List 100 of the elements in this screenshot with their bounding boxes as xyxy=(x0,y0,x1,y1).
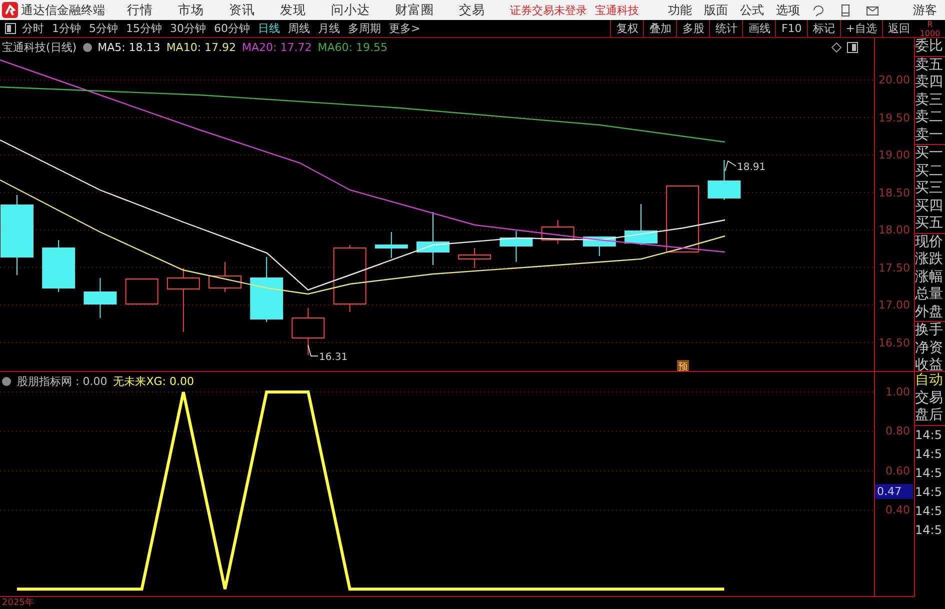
status-link[interactable]: 证券交易未登录 xyxy=(510,2,587,18)
panel-toggle-icon[interactable] xyxy=(847,42,858,53)
dropdown-icon[interactable] xyxy=(82,43,92,52)
mail-icon[interactable] xyxy=(866,4,879,16)
menu-item[interactable]: 公式 xyxy=(740,2,764,18)
candlestick xyxy=(84,278,117,318)
badge: R 1000 xyxy=(915,20,945,38)
chart-title: 宝通科技(日线) xyxy=(2,40,77,55)
quote-label: 卖三 xyxy=(915,92,944,109)
quote-label: 买四 xyxy=(915,198,944,215)
chat-icon[interactable] xyxy=(812,4,825,16)
high-price-label: 18.91 xyxy=(724,160,766,173)
candlestick xyxy=(166,268,200,332)
price-tick-label: 19.50 xyxy=(878,111,910,124)
quote-label: 买三 xyxy=(915,180,944,198)
tick-time: 14:5 xyxy=(915,464,943,482)
period-tab[interactable]: 15分钟 xyxy=(126,21,162,36)
candlestick xyxy=(500,230,533,262)
quote-label: 外盘 xyxy=(915,304,944,321)
price-tick-label: 18.00 xyxy=(878,224,910,236)
panel-toggle-icon[interactable] xyxy=(5,23,16,34)
menu-item[interactable]: 发现 xyxy=(280,2,306,18)
value-tick-label: 0.60 xyxy=(886,464,910,478)
quote-label: 净资 xyxy=(915,340,944,357)
quote-label: 买二 xyxy=(915,162,944,180)
toolbar-button[interactable]: 返回 xyxy=(882,20,915,37)
quote-label: 总量 xyxy=(915,286,944,304)
legend-item: MA60: 19.55 xyxy=(318,41,388,54)
price-tick-label: 19.00 xyxy=(878,148,910,162)
status-link[interactable]: 宝通科技 xyxy=(595,2,639,18)
price-tick-label: 17.00 xyxy=(878,298,910,312)
menu-item[interactable]: 行情 xyxy=(127,2,153,18)
toolbar-button[interactable]: +自选 xyxy=(840,20,882,37)
quote-label: 买一 xyxy=(915,145,944,162)
value-tick-label: 0.40 xyxy=(886,504,910,517)
quote-label: 买五 xyxy=(915,215,944,232)
quote-label: 换手 xyxy=(915,322,944,340)
menu-item[interactable]: 选项 xyxy=(776,2,800,18)
candlestick xyxy=(624,204,658,246)
low-price-label: 16.31 xyxy=(308,344,348,363)
price-tick-label: 17.50 xyxy=(878,261,910,274)
phone-icon[interactable] xyxy=(839,4,852,16)
period-tab[interactable]: 多周期 xyxy=(348,21,381,36)
quote-label: 现价 xyxy=(915,234,944,251)
user-label[interactable]: 游客 xyxy=(913,2,937,18)
menu-item[interactable]: 市场 xyxy=(178,2,204,18)
tick-time: 14:5 xyxy=(915,502,943,520)
legend-item: 股朋指标网 : 0.00 xyxy=(17,374,108,389)
quote-label: 卖五 xyxy=(915,56,944,74)
period-tab[interactable]: 周线 xyxy=(288,21,310,36)
period-tab[interactable]: 60分钟 xyxy=(214,21,250,36)
toolbar-button[interactable]: 画线 xyxy=(742,20,776,37)
mode-label[interactable]: 自动 xyxy=(915,372,945,390)
menu-item[interactable]: 版面 xyxy=(704,2,728,18)
period-tab[interactable]: 1分钟 xyxy=(52,21,81,36)
candlestick xyxy=(125,278,158,304)
value-tick-label: 1.00 xyxy=(886,386,910,398)
quote-label: 卖四 xyxy=(915,74,944,92)
tick-panel-label: 盘后 xyxy=(915,407,944,424)
dropdown-icon[interactable] xyxy=(2,377,11,386)
candlestick xyxy=(374,232,408,258)
period-tab[interactable]: 更多> xyxy=(389,21,420,36)
quote-label: 涨跌 xyxy=(915,251,944,268)
tick-panel-label: 交易 xyxy=(915,390,944,407)
menu-item[interactable]: 财富圈 xyxy=(395,2,434,18)
quote-label: 涨幅 xyxy=(915,268,944,286)
price-tick-label: 16.50 xyxy=(878,336,910,349)
menu-item[interactable]: 资讯 xyxy=(229,2,255,18)
toolbar-button[interactable]: 标记 xyxy=(806,20,840,37)
toolbar-button[interactable]: 叠加 xyxy=(643,20,676,37)
toolbar-button[interactable]: 复权 xyxy=(610,20,644,37)
candlestick xyxy=(250,256,284,322)
toolbar-button[interactable]: F10 xyxy=(775,20,807,37)
legend-item: 无未来XG: 0.00 xyxy=(113,374,194,389)
toolbar-button[interactable]: 多股 xyxy=(676,20,710,37)
price-tick-label: 20.00 xyxy=(878,74,910,86)
date-label: 2025年 xyxy=(1,597,35,609)
period-tab[interactable]: 5分钟 xyxy=(89,21,118,36)
toolbar-button[interactable]: 统计 xyxy=(709,20,742,37)
tick-time: 14:5 xyxy=(915,426,943,444)
app-title: 通达信金融终端 xyxy=(21,2,105,18)
menu-item[interactable]: 功能 xyxy=(668,2,692,18)
value-tick-label: 0.80 xyxy=(886,424,910,438)
menu-item[interactable]: 问小达 xyxy=(331,2,370,18)
quote-label: 收益 xyxy=(915,357,944,371)
legend-item: MA20: 17.72 xyxy=(242,41,312,54)
menu-item[interactable]: 交易 xyxy=(459,2,485,18)
candlestick xyxy=(333,244,366,312)
period-tab[interactable]: 分时 xyxy=(22,21,44,36)
candlestick xyxy=(666,186,700,252)
diamond-icon[interactable] xyxy=(831,42,842,53)
candlestick xyxy=(458,248,492,268)
period-tab[interactable]: 日线 xyxy=(258,21,280,36)
period-tab[interactable]: 30分钟 xyxy=(170,21,206,36)
candlestick xyxy=(42,240,76,292)
quote-label: 卖二 xyxy=(915,109,944,126)
period-tab[interactable]: 月线 xyxy=(318,21,340,36)
quote-label: 卖一 xyxy=(915,126,944,144)
app-logo-icon xyxy=(2,2,18,18)
legend-item: MA10: 17.92 xyxy=(166,41,236,54)
